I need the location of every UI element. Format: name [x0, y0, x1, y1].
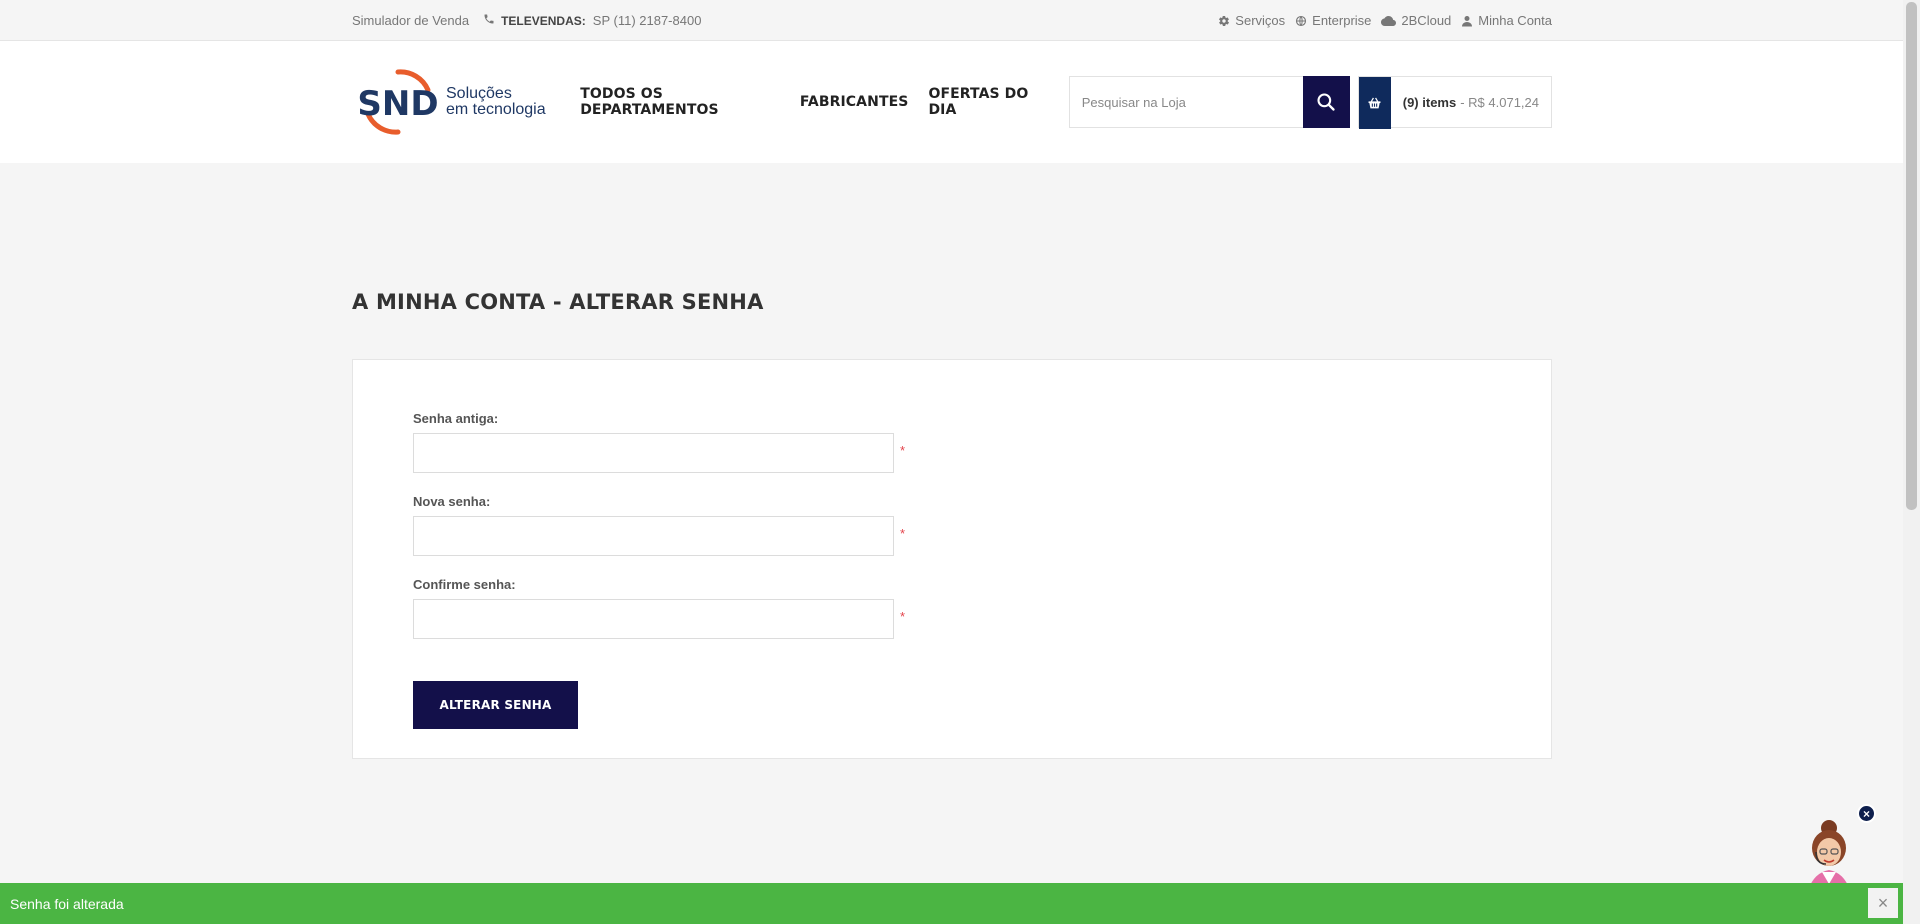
search-input[interactable]: [1068, 76, 1303, 128]
snd-logo-mark: SND: [352, 68, 444, 136]
2bcloud-label: 2BCloud: [1401, 13, 1452, 28]
assistant-close-button[interactable]: ×: [1857, 804, 1876, 823]
confirm-password-label: Confirme senha:: [413, 577, 516, 592]
main-nav: TODOS OS DEPARTAMENTOS FABRICANTES OFERT…: [580, 86, 1066, 118]
cart-total: - R$ 4.071,24: [1460, 94, 1539, 110]
snd-logo[interactable]: SND Soluções em tecnologia: [352, 68, 580, 136]
basket-icon: [1358, 77, 1391, 129]
cloud-icon: [1381, 15, 1397, 26]
search-icon: [1317, 93, 1335, 111]
change-password-panel: Senha antiga: * Nova senha: * Confirme s…: [352, 359, 1552, 759]
logo-tagline-line2: em tecnologia: [446, 101, 546, 118]
confirm-password-input[interactable]: [413, 599, 894, 639]
store-search: [1068, 76, 1350, 128]
old-password-group: Senha antiga: *: [413, 411, 905, 473]
2bcloud-link[interactable]: 2BCloud: [1381, 13, 1451, 28]
user-icon: [1462, 15, 1473, 26]
notification-message: Senha foi alterada: [10, 896, 124, 912]
top-bar: Simulador de Venda TELEVENDAS: SP (11) 2…: [0, 0, 1920, 41]
scrollbar-thumb[interactable]: [1906, 2, 1917, 510]
logo-wordmark: SND: [357, 84, 438, 124]
globe-icon: [1296, 15, 1307, 26]
televendas-label: TELEVENDAS:: [501, 13, 586, 28]
services-label: Serviços: [1235, 13, 1286, 28]
new-password-input[interactable]: [413, 516, 894, 556]
televendas-phone: SP (11) 2187-8400: [592, 13, 702, 28]
new-password-label: Nova senha:: [413, 494, 491, 509]
site-header: SND Soluções em tecnologia TODOS OS DEPA…: [0, 41, 1920, 163]
enterprise-label: Enterprise: [1312, 13, 1372, 28]
my-account-link[interactable]: Minha Conta: [1461, 13, 1552, 28]
enterprise-link[interactable]: Enterprise: [1295, 13, 1371, 28]
logo-tagline-line1: Soluções: [446, 85, 512, 102]
required-mark: *: [900, 443, 906, 458]
mini-cart[interactable]: (9) items - R$ 4.071,24: [1357, 76, 1552, 129]
nav-all-departments[interactable]: TODOS OS DEPARTAMENTOS: [580, 86, 780, 118]
snd-logo-icon: SND: [357, 69, 439, 135]
services-link[interactable]: Serviços: [1218, 13, 1285, 28]
phone-icon: [483, 13, 495, 28]
old-password-label: Senha antiga:: [413, 411, 499, 426]
my-account-label: Minha Conta: [1478, 13, 1552, 28]
page-scrollbar[interactable]: [1903, 0, 1920, 924]
nav-manufacturers[interactable]: FABRICANTES: [800, 94, 909, 110]
success-notification: Senha foi alterada: [0, 883, 1920, 924]
nav-daily-offers[interactable]: OFERTAS DO DIA: [928, 86, 1045, 118]
cart-count: (9) items: [1402, 94, 1457, 110]
search-button[interactable]: [1302, 76, 1350, 128]
notification-close-button[interactable]: ×: [1868, 888, 1898, 918]
confirm-password-group: Confirme senha: *: [413, 577, 905, 639]
required-mark: *: [900, 526, 906, 541]
sales-simulator-link[interactable]: Simulador de Venda: [352, 13, 469, 28]
page-title: A MINHA CONTA - ALTERAR SENHA: [352, 290, 764, 314]
old-password-input[interactable]: [413, 433, 894, 473]
gear-icon: [1219, 15, 1230, 26]
change-password-button[interactable]: ALTERAR SENHA: [413, 681, 578, 729]
required-mark: *: [900, 609, 906, 624]
new-password-group: Nova senha: *: [413, 494, 905, 556]
